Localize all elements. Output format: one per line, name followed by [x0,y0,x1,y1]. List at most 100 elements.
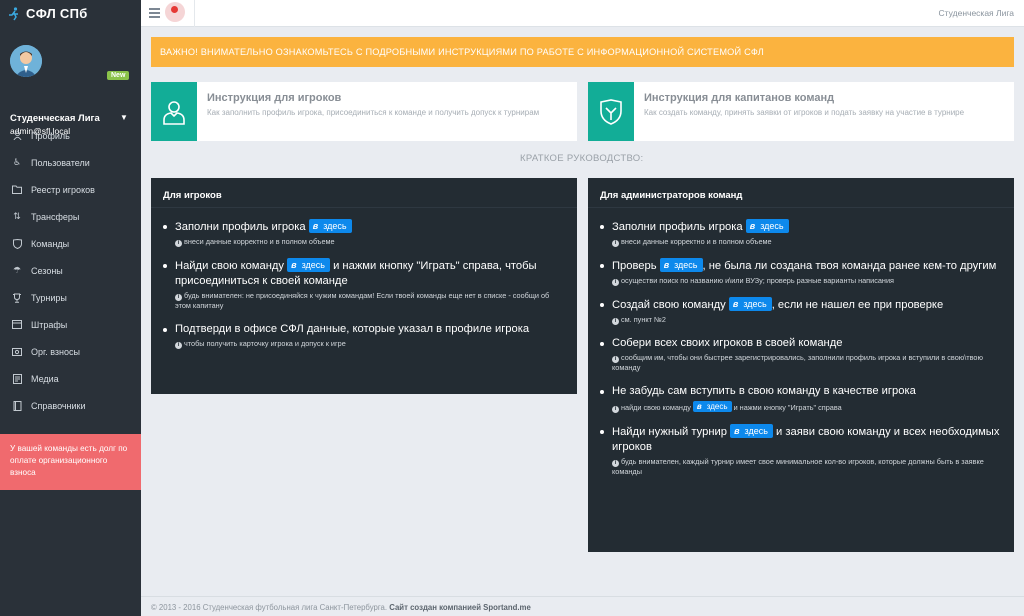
step-text: Заполни профиль игрока [175,221,306,233]
here-label: здесь [706,402,728,411]
step-text: Подтверди в офисе СФЛ данные, которые ук… [175,323,530,335]
step-note: осуществи поиск по названию и\или ВУЗу; … [621,276,894,285]
info-icon: i [612,240,619,247]
step-note: внеси данные корректно и в полном объеме [621,237,772,246]
here-link[interactable]: в здесь [659,258,703,272]
step-note: будь внимателен, каждый турнир имеет сво… [612,457,984,476]
players-instruction-card[interactable]: Инструкция для игроков Как заполнить про… [151,82,577,141]
list-item: Заполни профиль игрока в здесь i внеси дан… [600,219,1002,247]
sidebar: СФЛ СПб New Студенческая Лига ▼ admin@sf… [0,0,141,616]
panel-title: Для игроков [151,178,577,208]
divider [194,0,195,27]
step-text: Заполни профиль игрока [612,221,743,233]
step-note: чтобы получить карточку игрока и допуск … [184,339,346,348]
here-label: здесь [743,299,767,309]
list-item: Создай свою команду в здесь, если не наше… [600,297,1002,325]
list-item: Заполни профиль игрока в здесь i внеси дан… [163,219,565,247]
avatar-icon [10,45,42,77]
important-alert: ВАЖНО! ВНИМАТЕЛЬНО ОЗНАКОМЬТЕСЬ С ПОДРОБ… [151,37,1014,67]
step-note: будь внимателен: не присоединяйся к чужи… [175,291,550,310]
here-link[interactable]: в здесь [287,258,330,272]
sidebar-item-registry[interactable]: Реестр игроков [0,176,141,203]
sidebar-menu: Профиль ♿ Пользователи Реестр игроков ⇅ … [0,122,141,419]
book-icon [12,400,22,411]
avatar[interactable] [10,45,42,77]
sidebar-item-media[interactable]: Медиа [0,365,141,392]
card-description: Как создать команду, принять заявки от и… [644,108,965,117]
sidebar-item-label: Пользователи [31,157,90,168]
sidebar-item-label: Турниры [31,292,67,303]
step-note: см. пункт №2 [621,315,666,324]
umbrella-icon: ☂ [12,265,22,275]
list-item: Найди нужный турнир в здесь и заяви свою … [600,424,1002,477]
card-title[interactable]: Инструкция для игроков [207,92,539,104]
here-link[interactable]: в здесь [728,297,772,311]
info-icon: i [612,406,619,413]
here-link[interactable]: в здесь [308,219,352,233]
sidebar-item-reference[interactable]: Справочники [0,392,141,419]
info-icon: i [612,356,619,363]
step-text: Создай свою команду [612,299,726,311]
sidebar-item-transfers[interactable]: ⇅ Трансферы [0,203,141,230]
debt-notice[interactable]: У вашей команды есть долг по оплате орга… [0,434,141,490]
footer: © 2013 - 2016 Студенческая футбольная ли… [141,596,1024,616]
here-label: здесь [674,260,698,270]
caret-down-icon[interactable]: ▼ [120,113,128,122]
top-bar: Студенческая Лига [141,0,1024,27]
player-icon [151,82,197,141]
sidebar-item-teams[interactable]: Команды [0,230,141,257]
step-text: Найди свою команду [175,260,285,272]
list-item: Подтверди в офисе СФЛ данные, которые ук… [163,322,565,349]
here-label: здесь [760,221,784,231]
sidebar-item-fines[interactable]: Штрафы [0,311,141,338]
menu-toggle-icon[interactable] [149,8,160,18]
here-label: здесь [323,221,347,231]
captains-instruction-card[interactable]: Инструкция для капитанов команд Как созд… [588,82,1014,141]
info-icon: i [612,318,619,325]
sidebar-item-label: Медиа [31,373,59,384]
folder-icon [12,185,22,195]
players-guide-panel: Для игроков Заполни профиль игрока в здес… [151,178,577,394]
sidebar-item-label: Команды [31,238,70,249]
here-link[interactable]: в здесь [730,424,773,438]
sidebar-item-seasons[interactable]: ☂ Сезоны [0,257,141,284]
sidebar-item-label: Реестр игроков [31,184,95,195]
step-note: найди свою команду [621,403,691,412]
sidebar-item-tournaments[interactable]: Турниры [0,284,141,311]
card-title[interactable]: Инструкция для капитанов команд [644,92,964,104]
user-icon [12,131,22,141]
here-link[interactable]: в здесь [745,219,789,233]
sidebar-item-label: Профиль [31,130,70,141]
sidebar-item-label: Справочники [31,400,86,411]
guide-title: КРАТКОЕ РУКОВОДСТВО: [520,153,644,164]
here-label: здесь [744,426,768,436]
captain-shield-icon [588,82,634,141]
top-user-name[interactable]: Студенческая Лига [939,8,1014,18]
trophy-icon [12,293,22,303]
info-icon: i [175,294,182,301]
media-icon [12,373,22,384]
new-badge: New [107,71,130,80]
card-description: Как заполнить профиль игрока, присоедини… [207,108,540,117]
footer-copyright: © 2013 - 2016 Студенческая футбольная ли… [151,603,388,612]
step-text: Найди нужный турнир [612,426,727,438]
info-icon: i [175,240,182,247]
step-note: и нажми кнопку "Играть" справа [733,403,842,412]
step-text: Проверь [612,260,657,272]
step-note: сообщим им, чтобы они быстрее зарегистри… [612,353,983,372]
money-icon [12,347,22,357]
step-text: , если не нашел ее при проверке [771,299,944,311]
step-text: , не была ли создана твоя команда ранее … [702,260,997,272]
brand[interactable]: СФЛ СПб [0,0,141,27]
sidebar-item-users[interactable]: ♿ Пользователи [0,149,141,176]
info-icon: i [612,279,619,286]
sidebar-item-label: Штрафы [31,319,68,330]
admins-guide-panel: Для администраторов команд Заполни профи… [588,178,1014,552]
here-link[interactable]: в здесь [692,401,732,412]
sidebar-item-fees[interactable]: Орг. взносы [0,338,141,365]
here-label: здесь [301,260,325,270]
footer-credit-link[interactable]: Сайт создан компанией Sportand.me [389,603,531,612]
accessibility-icon: ♿ [12,157,22,167]
notification-dot [171,6,178,13]
sidebar-item-profile[interactable]: Профиль [0,122,141,149]
